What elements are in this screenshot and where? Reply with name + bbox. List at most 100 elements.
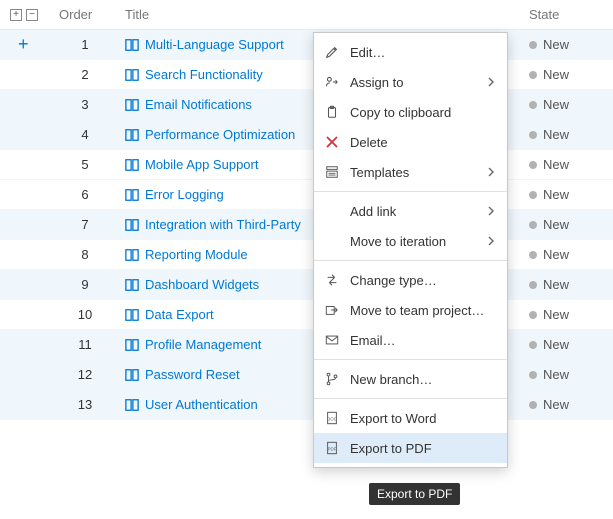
row-state-cell: New [523, 337, 613, 352]
add-child-icon[interactable]: + [18, 34, 29, 55]
table-row[interactable]: 5 Mobile App Support New [0, 150, 613, 180]
chevron-right-icon [487, 234, 495, 249]
menu-label: Add link [350, 204, 477, 219]
header-title[interactable]: Title [115, 7, 523, 22]
menu-move-iteration[interactable]: Move to iteration [314, 226, 507, 256]
export-word-icon: DOC [324, 410, 340, 426]
table-row[interactable]: 12Password ResetNew [0, 360, 613, 390]
table-row[interactable]: 2 Search Functionality New [0, 60, 613, 90]
table-row[interactable]: 6Error LoggingNew [0, 180, 613, 210]
row-state-cell: New [523, 217, 613, 232]
work-item-title-link[interactable]: Performance Optimization [145, 127, 295, 142]
work-item-title-link[interactable]: Profile Management [145, 337, 261, 352]
row-order: 8 [55, 247, 115, 262]
menu-templates[interactable]: Templates [314, 157, 507, 187]
work-item-title-link[interactable]: Data Export [145, 307, 214, 322]
state-label: New [543, 307, 569, 322]
work-item-type-icon [125, 248, 139, 262]
context-menu: Edit… Assign to Copy to clipboard Delete… [313, 32, 508, 468]
clipboard-icon [324, 104, 340, 120]
work-item-type-icon [125, 158, 139, 172]
table-row[interactable]: +1 Multi-Language Support New [0, 30, 613, 60]
state-label: New [543, 277, 569, 292]
expand-all-icon[interactable]: + [10, 9, 22, 21]
state-label: New [543, 337, 569, 352]
menu-label: Export to Word [350, 411, 495, 426]
state-dot-icon [529, 101, 537, 109]
row-state-cell: New [523, 67, 613, 82]
header-state[interactable]: State [523, 7, 613, 22]
row-order: 1 [55, 37, 115, 52]
table-row[interactable]: 3Email NotificationsNew [0, 90, 613, 120]
work-item-title-link[interactable]: Password Reset [145, 367, 240, 382]
work-item-title-link[interactable]: User Authentication [145, 397, 258, 412]
work-item-type-icon [125, 398, 139, 412]
work-item-type-icon [125, 368, 139, 382]
menu-email[interactable]: Email… [314, 325, 507, 355]
state-label: New [543, 157, 569, 172]
row-state-cell: New [523, 277, 613, 292]
menu-change-type[interactable]: Change type… [314, 265, 507, 295]
state-dot-icon [529, 41, 537, 49]
menu-export-word[interactable]: DOC Export to Word [314, 403, 507, 433]
tooltip: Export to PDF [369, 483, 460, 505]
menu-label: Email… [350, 333, 495, 348]
menu-label: Change type… [350, 273, 495, 288]
table-row[interactable]: 8Reporting ModuleNew [0, 240, 613, 270]
move-project-icon [324, 302, 340, 318]
state-dot-icon [529, 191, 537, 199]
menu-separator [314, 398, 507, 399]
change-type-icon [324, 272, 340, 288]
table-row[interactable]: 9 Dashboard Widgets New [0, 270, 613, 300]
menu-delete[interactable]: Delete [314, 127, 507, 157]
menu-export-pdf[interactable]: PDF Export to PDF [314, 433, 507, 463]
state-dot-icon [529, 371, 537, 379]
work-item-title-link[interactable]: Mobile App Support [145, 157, 258, 172]
menu-separator [314, 359, 507, 360]
row-state-cell: New [523, 37, 613, 52]
menu-move-team-project[interactable]: Move to team project… [314, 295, 507, 325]
svg-text:DOC: DOC [327, 417, 337, 422]
state-label: New [543, 187, 569, 202]
table-row[interactable]: 13 User Authentication New [0, 390, 613, 420]
state-dot-icon [529, 131, 537, 139]
row-order: 13 [55, 397, 115, 412]
row-order: 10 [55, 307, 115, 322]
row-order: 2 [55, 67, 115, 82]
menu-copy[interactable]: Copy to clipboard [314, 97, 507, 127]
state-label: New [543, 367, 569, 382]
delete-x-icon [324, 134, 340, 150]
person-arrow-icon [324, 74, 340, 90]
menu-assign-to[interactable]: Assign to [314, 67, 507, 97]
collapse-all-icon[interactable]: − [26, 9, 38, 21]
row-state-cell: New [523, 187, 613, 202]
menu-edit[interactable]: Edit… [314, 37, 507, 67]
work-item-title-link[interactable]: Reporting Module [145, 247, 248, 262]
menu-add-link[interactable]: Add link [314, 196, 507, 226]
work-item-title-link[interactable]: Multi-Language Support [145, 37, 284, 52]
work-item-title-link[interactable]: Search Functionality [145, 67, 263, 82]
menu-label: Assign to [350, 75, 477, 90]
work-item-title-link[interactable]: Dashboard Widgets [145, 277, 259, 292]
menu-new-branch[interactable]: New branch… [314, 364, 507, 394]
row-order: 9 [55, 277, 115, 292]
table-row[interactable]: 7 Integration with Third-Party New [0, 210, 613, 240]
row-expand-cell: + [0, 34, 55, 55]
row-state-cell: New [523, 307, 613, 322]
state-dot-icon [529, 221, 537, 229]
table-row[interactable]: 11Profile ManagementNew [0, 330, 613, 360]
row-order: 5 [55, 157, 115, 172]
row-order: 7 [55, 217, 115, 232]
work-items-grid: + − Order Title State +1 Multi-Language S… [0, 0, 613, 420]
work-item-type-icon [125, 218, 139, 232]
table-row[interactable]: 10 Data Export New [0, 300, 613, 330]
header-expand-controls: + − [0, 9, 55, 21]
table-row[interactable]: 4Performance OptimizationNew [0, 120, 613, 150]
work-item-title-link[interactable]: Email Notifications [145, 97, 252, 112]
work-item-title-link[interactable]: Integration with Third-Party [145, 217, 301, 232]
work-item-title-link[interactable]: Error Logging [145, 187, 224, 202]
state-label: New [543, 397, 569, 412]
menu-label: Templates [350, 165, 477, 180]
header-order[interactable]: Order [55, 7, 115, 22]
work-item-type-icon [125, 188, 139, 202]
